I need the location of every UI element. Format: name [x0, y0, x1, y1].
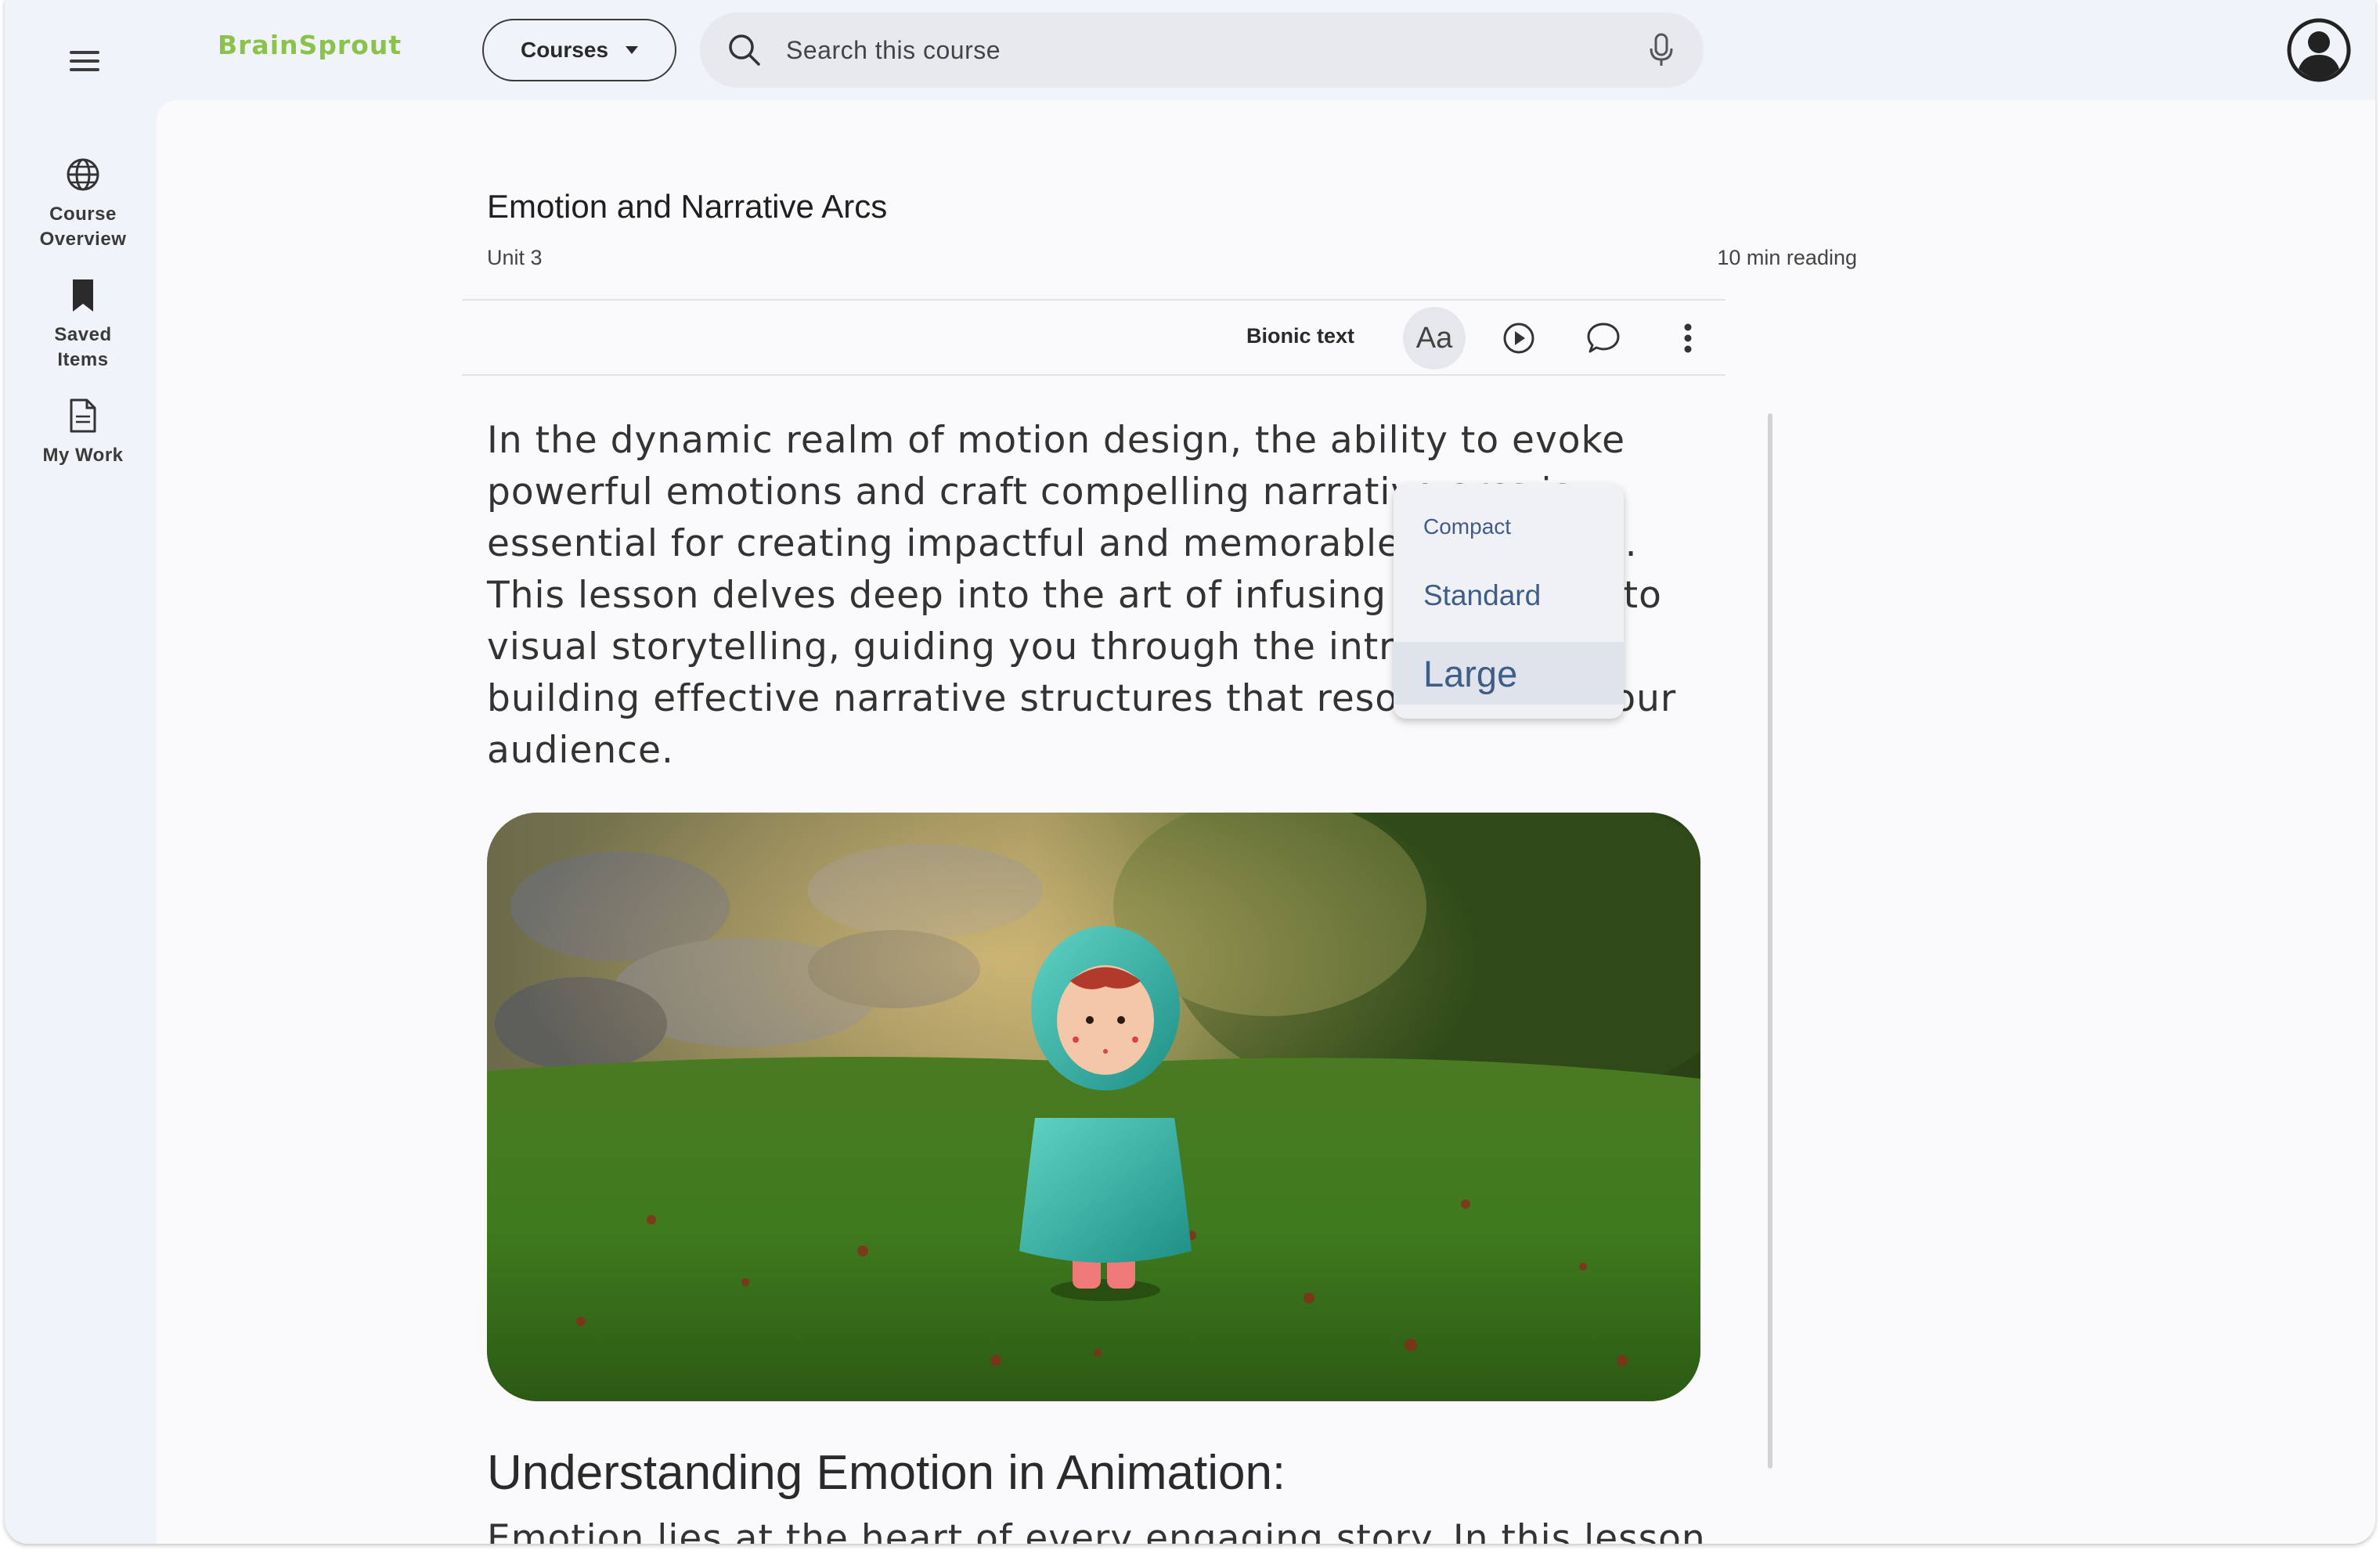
unit-label: Unit 3 — [487, 246, 543, 269]
search-icon — [729, 34, 760, 66]
text-size-option-large[interactable]: Large — [1394, 642, 1624, 705]
chat-bubble-icon — [1587, 323, 1620, 353]
more-options-button[interactable] — [1657, 307, 1719, 369]
hamburger-menu-icon[interactable] — [53, 41, 116, 81]
brand-logo[interactable]: BrainSprout — [218, 30, 402, 60]
lesson-panel: Emotion and Narrative Arcs Unit 3 10 min… — [157, 100, 2375, 1544]
sidebar-item-label: Saved Items — [54, 324, 112, 370]
sidebar-item-label: Course Overview — [39, 204, 127, 250]
text-size-icon: Aa — [1415, 321, 1453, 355]
more-vert-icon — [1684, 323, 1692, 353]
text-size-menu: Compact Standard Large — [1394, 484, 1624, 719]
reading-time: 10 min reading — [1717, 246, 1857, 269]
play-circle-icon — [1503, 323, 1534, 354]
play-audio-button[interactable] — [1488, 307, 1550, 369]
figurine-in-grass-image — [487, 813, 1700, 1401]
globe-icon — [67, 158, 99, 191]
text-size-option-compact[interactable]: Compact — [1394, 499, 1624, 554]
app-window: BrainSprout Courses Search this course C… — [5, 0, 2375, 1544]
sidebar-item-my-work[interactable]: My Work — [5, 398, 161, 468]
sidebar-item-course-overview[interactable]: Course Overview — [5, 157, 161, 252]
comment-button[interactable] — [1572, 307, 1635, 369]
user-avatar-icon[interactable] — [2286, 17, 2352, 83]
content-scrollbar[interactable] — [1768, 413, 1772, 1469]
caret-down-icon — [626, 46, 639, 54]
section-heading: Understanding Emotion in Animation: — [487, 1446, 1286, 1500]
bookmark-icon — [73, 279, 93, 312]
lesson-image — [487, 813, 1700, 1401]
divider — [462, 374, 1726, 376]
sidebar-item-label: My Work — [42, 445, 124, 466]
sidebar-item-saved-items[interactable]: Saved Items — [5, 277, 161, 373]
courses-dropdown-button[interactable]: Courses — [482, 19, 676, 81]
bionic-text-toggle[interactable]: Bionic text — [1246, 324, 1354, 348]
microphone-icon[interactable] — [1647, 33, 1675, 67]
document-icon — [70, 398, 96, 433]
courses-label: Courses — [520, 38, 609, 62]
text-size-option-standard[interactable]: Standard — [1394, 556, 1624, 636]
search-input[interactable] — [786, 35, 1608, 65]
lesson-title: Emotion and Narrative Arcs — [487, 188, 888, 225]
search-bar[interactable] — [700, 13, 1704, 88]
sidebar: Course Overview Saved Items My Work — [5, 157, 161, 493]
section-paragraph: Emotion lies at the heart of every engag… — [487, 1517, 1706, 1544]
text-size-button[interactable]: Aa — [1403, 307, 1466, 369]
divider — [462, 299, 1726, 301]
